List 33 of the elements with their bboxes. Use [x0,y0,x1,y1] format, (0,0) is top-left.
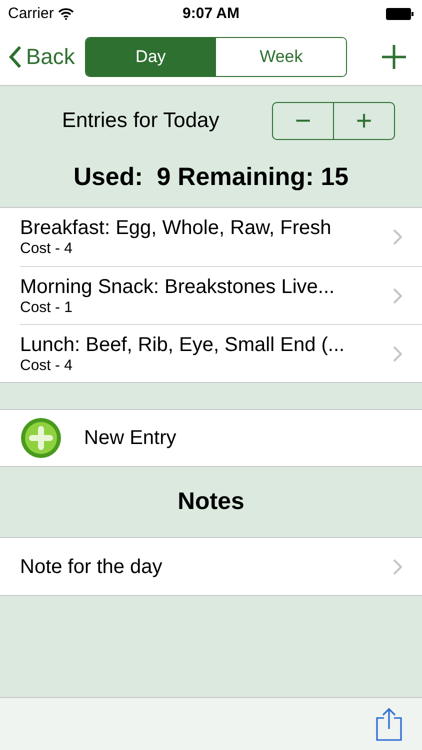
entry-title: Morning Snack: Breakstones Live... [20,274,336,298]
entry-row[interactable]: Breakfast: Egg, Whole, Raw, Fresh Cost - 4 [20,208,422,266]
segment-tab[interactable]: Day [86,38,216,76]
chevron-icon [393,558,402,574]
chevron-icon [393,229,402,245]
share-icon[interactable] [376,707,402,741]
note-row[interactable]: Note for the day [0,538,422,595]
new-entry-row[interactable]: New Entry [0,409,422,467]
decrement-button[interactable]: − [273,103,333,139]
segment-tab[interactable]: Week [215,38,346,76]
chevron-icon [393,288,402,304]
plus-icon [382,44,406,68]
notes-heading: Notes [178,487,244,517]
entry-cost: Cost - 1 [20,298,74,316]
new-entry-label: New Entry [84,426,176,451]
entries-title: Entries for Today [62,108,220,134]
entry-cost: Cost - 4 [20,240,74,258]
entry-title: Lunch: Beef, Rib, Eye, Small End (... [20,332,346,356]
back-chevron-icon [8,44,22,68]
entry-cost: Cost - 4 [20,356,74,374]
status-time: 9:07 AM [182,4,240,24]
chevron-icon [393,346,402,362]
increment-button[interactable]: + [333,103,394,139]
entry-row[interactable]: Morning Snack: Breakstones Live... Cost - 1 [20,266,422,324]
note-label: Note for the day [20,554,164,580]
carrier-label: Carrier [8,4,54,24]
battery-icon [386,8,414,20]
entry-title: Breakfast: Egg, Whole, Raw, Fresh [20,216,332,240]
wifi-icon [58,8,74,20]
add-circle-icon [20,417,62,459]
entry-row[interactable]: Lunch: Beef, Rib, Eye, Small End (... Cost - 4 [20,324,422,382]
usage-summary: Used: 9 Remaining: 15 [73,162,349,193]
back-button[interactable]: Back [8,40,75,73]
